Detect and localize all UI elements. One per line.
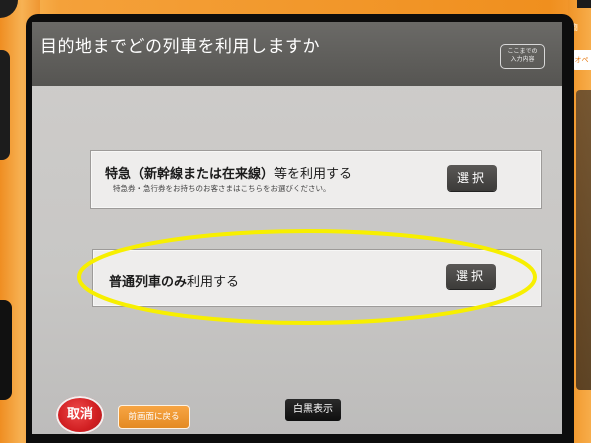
option-title: 特急（新幹線または在来線）等を利用する [105, 163, 352, 182]
option-local-train-only[interactable]: 普通列車のみ利用する 選択 [92, 249, 542, 307]
option-title-rest: 利用する [187, 275, 240, 290]
option-title-bold: 特急（新幹線または在来線） [105, 167, 275, 182]
option-title: 普通列車のみ利用する [109, 271, 239, 290]
input-content-label-line2: 入力内容 [510, 56, 535, 63]
option-limited-express[interactable]: 特急（新幹線または在来線）等を利用する 特急券・急行券をお持ちのお客さまはこちら… [90, 150, 542, 209]
option-subtitle: 特急券・急行券をお持ちのお客さまはこちらをお選びください。 [113, 184, 331, 193]
back-to-previous-button[interactable]: 前画面に戻る [118, 405, 190, 429]
input-content-label-line1: ここまでの [507, 48, 538, 55]
machine-left-dark-part [0, 50, 10, 160]
screen-header: 目的地までどの列車を利用しますか ここまでの 入力内容 [32, 22, 562, 86]
machine-right-corner [577, 0, 591, 8]
option-title-bold: 普通列車のみ [109, 275, 188, 290]
monochrome-display-button[interactable]: 白黒表示 [284, 398, 342, 422]
select-limited-express-button[interactable]: 選択 [447, 165, 497, 191]
cancel-button[interactable]: 取消 [56, 396, 104, 434]
touch-screen: 目的地までどの列車を利用しますか ここまでの 入力内容 特急（新幹線または在来線… [32, 22, 562, 434]
page-title: 目的地までどの列車を利用しますか [40, 37, 320, 57]
machine-right-strip [576, 90, 591, 390]
machine-right-tab[interactable]: オペ [572, 50, 591, 70]
ticket-machine-body: 簡 オペ 目的地までどの列車を利用しますか ここまでの 入力内容 特急（新幹線ま… [0, 0, 591, 443]
select-local-train-button[interactable]: 選択 [446, 264, 496, 289]
machine-left-dark-part-lower [0, 300, 12, 400]
option-title-rest: 等を利用する [274, 167, 353, 182]
input-content-button[interactable]: ここまでの 入力内容 [500, 44, 545, 69]
